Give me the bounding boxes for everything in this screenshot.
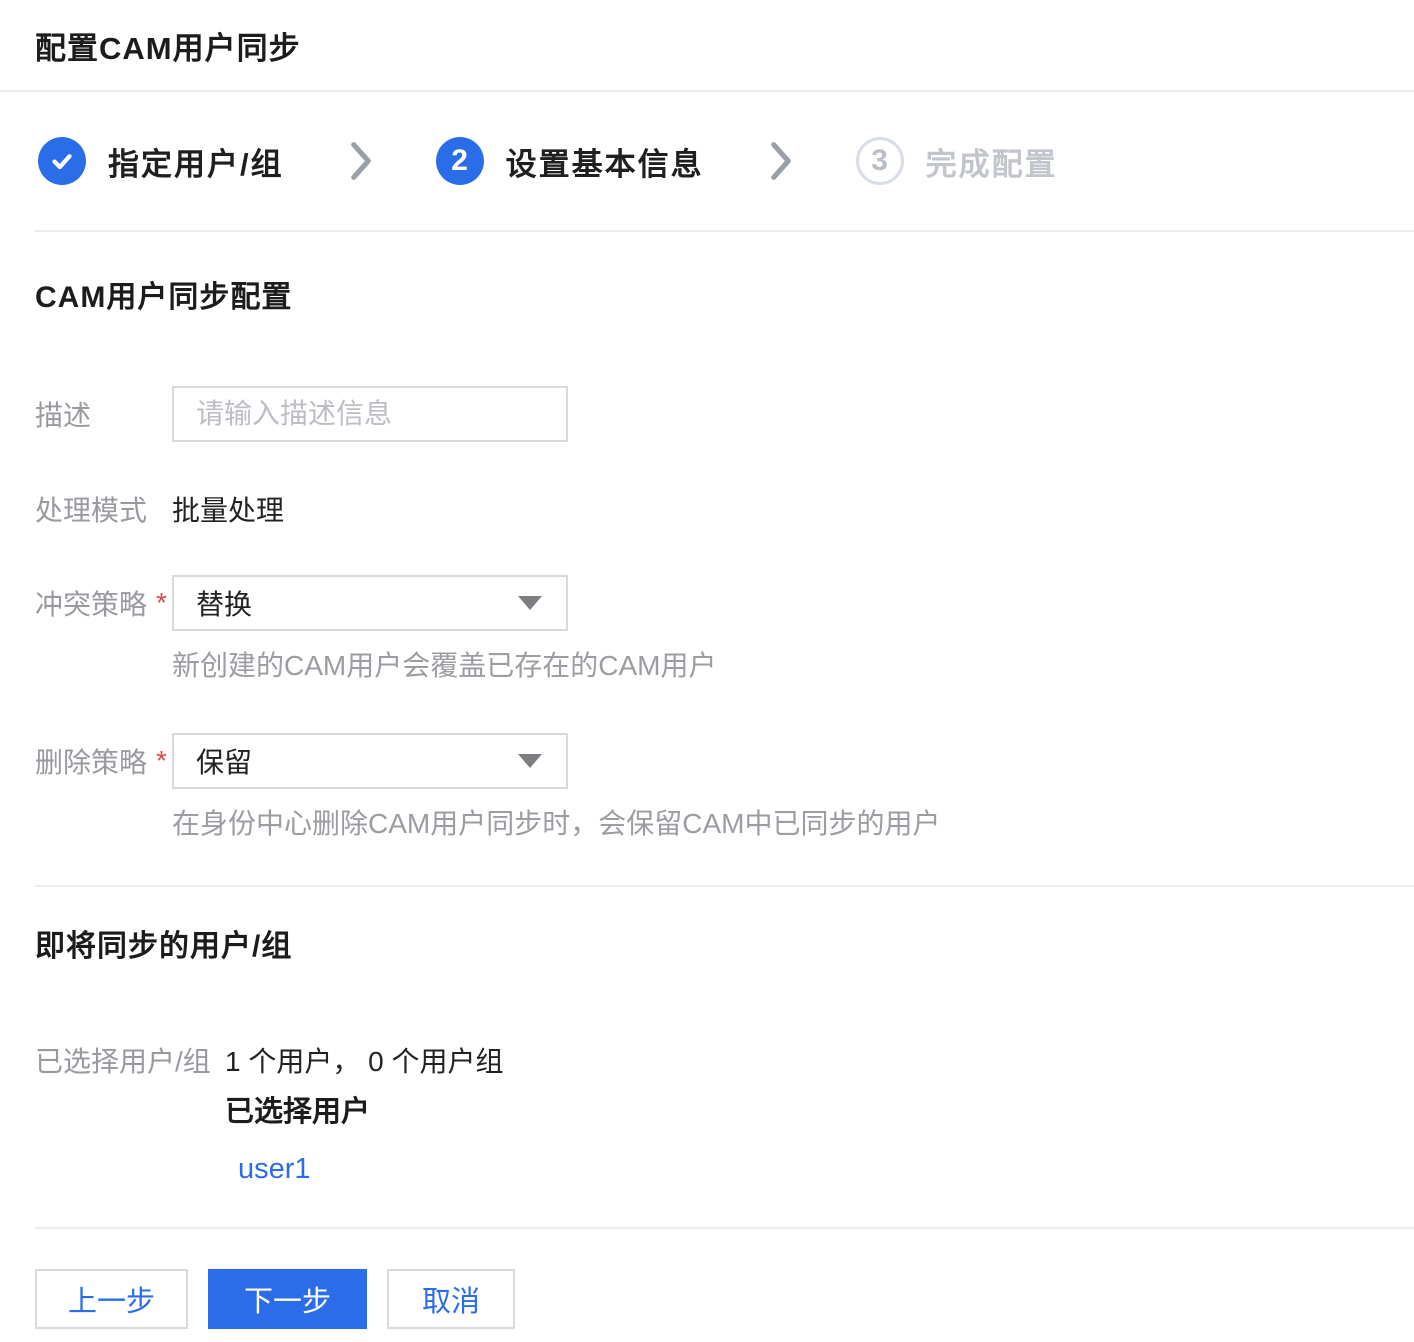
divider	[35, 230, 1414, 232]
description-input[interactable]	[172, 386, 568, 442]
selected-users-label: 已选择用户/组	[35, 1047, 225, 1077]
step-1-label: 指定用户/组	[108, 139, 284, 184]
step-2-circle: 2	[436, 137, 484, 185]
page-title: 配置CAM用户同步	[35, 23, 301, 68]
footer-actions: 上一步 下一步 取消	[35, 1269, 1414, 1342]
conflict-strategy-help: 新创建的CAM用户会覆盖已存在的CAM用户	[172, 651, 716, 681]
section-title-sync-users: 即将同步的用户/组	[35, 932, 1414, 962]
step-1-circle	[38, 137, 86, 185]
step-3-number: 3	[871, 144, 888, 178]
step-wizard: 指定用户/组 2 设置基本信息 3 完成配置	[0, 92, 1414, 230]
step-1-specify-users: 指定用户/组	[38, 137, 284, 185]
form-row-process-mode: 处理模式 批量处理	[35, 492, 1414, 526]
process-mode-label: 处理模式	[35, 492, 172, 526]
step-2-number: 2	[451, 144, 468, 178]
step-3-label: 完成配置	[926, 139, 1058, 184]
step-2-label: 设置基本信息	[506, 139, 704, 184]
check-icon	[47, 146, 77, 176]
required-asterisk: *	[156, 745, 167, 777]
dropdown-arrow-icon	[518, 754, 542, 768]
process-mode-value: 批量处理	[172, 492, 284, 526]
section-title-sync-config: CAM用户同步配置	[35, 283, 1414, 313]
description-label: 描述	[35, 386, 172, 442]
selected-users-title: 已选择用户	[225, 1097, 503, 1127]
chevron-right-icon	[770, 141, 792, 181]
selected-user-link[interactable]: user1	[238, 1154, 311, 1184]
required-asterisk: *	[156, 587, 167, 619]
delete-strategy-label: 删除策略	[35, 741, 147, 781]
main-content: CAM用户同步配置 描述 处理模式 批量处理 冲突策略 * 替换 新创建的CAM…	[0, 283, 1414, 1342]
conflict-strategy-label: 冲突策略	[35, 583, 147, 623]
conflict-strategy-value: 替换	[196, 583, 252, 623]
dropdown-arrow-icon	[518, 596, 542, 610]
step-3-finish: 3 完成配置	[856, 137, 1058, 185]
chevron-right-icon	[350, 141, 372, 181]
delete-strategy-value: 保留	[196, 741, 252, 781]
divider	[35, 885, 1414, 887]
form-row-delete-strategy: 删除策略 * 保留 在身份中心删除CAM用户同步时，会保留CAM中已同步的用户	[35, 733, 1414, 839]
previous-step-button[interactable]: 上一步	[35, 1269, 188, 1329]
page-header: 配置CAM用户同步	[0, 0, 1414, 92]
conflict-strategy-select[interactable]: 替换	[172, 575, 568, 631]
form-row-description: 描述	[35, 386, 1414, 442]
form-row-selected-users: 已选择用户/组 1 个用户， 0 个用户组 已选择用户 user1	[35, 1047, 1414, 1184]
next-step-button[interactable]: 下一步	[208, 1269, 367, 1329]
step-2-basic-info: 2 设置基本信息	[436, 137, 704, 185]
step-3-circle: 3	[856, 137, 904, 185]
delete-strategy-select[interactable]: 保留	[172, 733, 568, 789]
selected-users-summary: 1 个用户， 0 个用户组	[225, 1047, 503, 1077]
cancel-button[interactable]: 取消	[387, 1269, 515, 1329]
divider	[35, 1227, 1414, 1229]
delete-strategy-help: 在身份中心删除CAM用户同步时，会保留CAM中已同步的用户	[172, 809, 940, 839]
form-row-conflict-strategy: 冲突策略 * 替换 新创建的CAM用户会覆盖已存在的CAM用户	[35, 575, 1414, 681]
